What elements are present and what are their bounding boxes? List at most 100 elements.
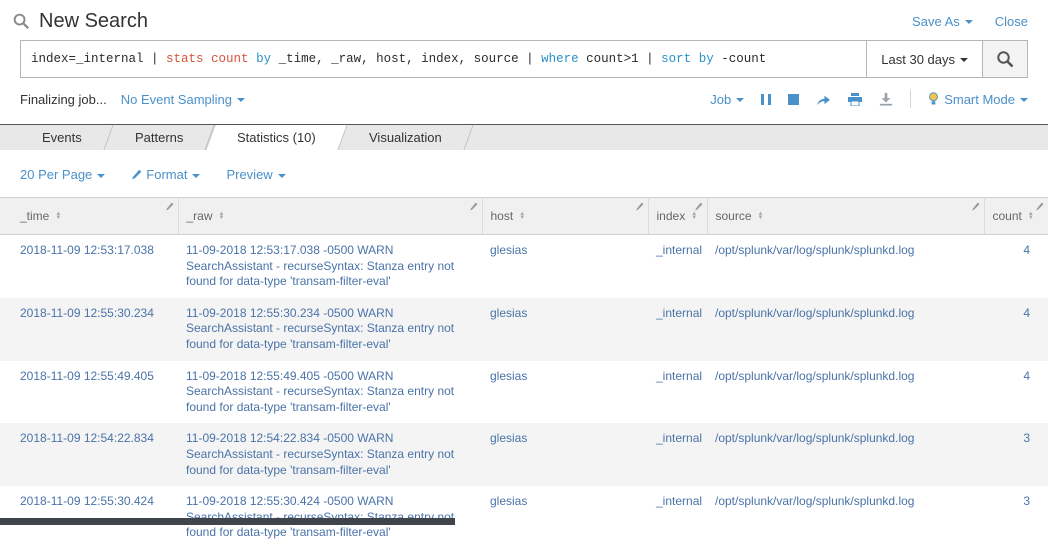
job-menu-label: Job: [710, 91, 732, 107]
column-header-count[interactable]: count ▲ ▼: [984, 197, 1048, 235]
tab-label: Visualization: [368, 130, 442, 145]
share-button[interactable]: [816, 93, 831, 106]
download-icon: [880, 92, 893, 106]
results-toolbar: 20 Per Page Format Preview: [0, 150, 1048, 197]
sort-icon[interactable]: ▲ ▼: [758, 211, 764, 221]
sort-icon[interactable]: ▲ ▼: [519, 211, 525, 221]
sort-icon[interactable]: ▲ ▼: [55, 211, 61, 221]
horizontal-scrollbar-thumb[interactable]: [0, 518, 455, 525]
cell-index[interactable]: _internal: [648, 235, 707, 298]
cell-count[interactable]: 4: [984, 235, 1048, 298]
smart-mode-link[interactable]: Smart Mode: [928, 92, 1028, 107]
cell-host[interactable]: glesias: [482, 235, 648, 298]
edit-column-icon[interactable]: [694, 202, 703, 211]
pause-icon: [761, 93, 772, 105]
time-range-label: Last 30 days: [881, 51, 955, 67]
chevron-down-icon: [277, 173, 286, 178]
search-query-input[interactable]: index=_internal | stats count by _time, …: [20, 40, 868, 78]
cell-count[interactable]: 4: [984, 298, 1048, 361]
sort-icon[interactable]: ▲ ▼: [1028, 211, 1034, 221]
table-row: 2018-11-09 12:53:17.038 11-09-2018 12:53:…: [0, 235, 1048, 298]
chevron-down-icon: [964, 20, 973, 24]
tab-label: Statistics (10): [237, 130, 316, 145]
column-header-_raw[interactable]: _raw ▲ ▼: [178, 197, 483, 235]
format-brush-icon: [132, 169, 142, 180]
results-table: _time ▲ ▼ _raw ▲ ▼ host ▲ ▼ index ▲ ▼ source ▲ ▼ count ▲…: [0, 197, 1048, 549]
cell-raw[interactable]: 11-09-2018 12:55:30.234 -0500 WARN Searc…: [178, 298, 482, 361]
cell-time[interactable]: 2018-11-09 12:54:22.834: [0, 423, 178, 486]
cell-host[interactable]: glesias: [482, 361, 648, 424]
cell-index[interactable]: _internal: [648, 423, 707, 486]
stop-button[interactable]: [788, 93, 800, 105]
edit-column-icon[interactable]: [165, 202, 174, 211]
column-header-index[interactable]: index ▲ ▼: [648, 197, 708, 235]
format-menu[interactable]: Format: [131, 167, 201, 182]
smart-mode-label: Smart Mode: [944, 91, 1015, 107]
edit-column-icon[interactable]: [469, 202, 478, 211]
cell-raw[interactable]: 11-09-2018 12:54:22.834 -0500 WARN Searc…: [178, 423, 482, 486]
page-title: New Search: [39, 9, 148, 32]
cell-source[interactable]: /opt/splunk/var/log/splunk/splunkd.log: [707, 298, 984, 361]
cell-source[interactable]: /opt/splunk/var/log/splunk/splunkd.log: [707, 423, 984, 486]
cell-count[interactable]: 4: [984, 361, 1048, 424]
column-header-source[interactable]: source ▲ ▼: [707, 197, 985, 235]
column-label: count: [992, 209, 1022, 223]
cell-source[interactable]: /opt/splunk/var/log/splunk/splunkd.log: [707, 361, 984, 424]
column-header-_time[interactable]: _time ▲ ▼: [0, 197, 179, 235]
cell-count[interactable]: 3: [984, 486, 1048, 549]
chevron-down-icon: [960, 58, 968, 62]
cell-host[interactable]: glesias: [482, 423, 648, 486]
cell-host[interactable]: glesias: [482, 486, 648, 549]
sort-icon[interactable]: ▲ ▼: [219, 211, 225, 221]
cell-raw[interactable]: 11-09-2018 12:55:49.405 -0500 WARN Searc…: [178, 361, 482, 424]
column-header-host[interactable]: host ▲ ▼: [482, 197, 649, 235]
print-button[interactable]: [848, 92, 863, 106]
header-actions: Save As Close: [912, 14, 1028, 29]
smart-mode-bulb-icon: [929, 92, 939, 105]
cell-source[interactable]: /opt/splunk/var/log/splunk/splunkd.log: [707, 486, 984, 549]
search-submit-button[interactable]: [982, 40, 1028, 78]
edit-column-icon[interactable]: [635, 202, 644, 211]
cell-index[interactable]: _internal: [648, 298, 707, 361]
cell-index[interactable]: _internal: [648, 361, 707, 424]
search-icon: [997, 51, 1014, 68]
cell-time[interactable]: 2018-11-09 12:55:30.234: [0, 298, 178, 361]
cell-time[interactable]: 2018-11-09 12:55:49.405: [0, 361, 178, 424]
cell-source[interactable]: /opt/splunk/var/log/splunk/splunkd.log: [707, 235, 984, 298]
pause-button[interactable]: [761, 93, 772, 105]
column-label: _raw: [186, 209, 213, 223]
edit-column-icon[interactable]: [971, 202, 980, 211]
cell-count[interactable]: 3: [984, 423, 1048, 486]
column-label: source: [715, 209, 752, 223]
edit-column-icon[interactable]: [1035, 202, 1044, 211]
tab-visualization[interactable]: Visualization: [338, 125, 474, 150]
search-bar: index=_internal | stats count by _time, …: [20, 40, 1028, 78]
tab-patterns[interactable]: Patterns: [104, 125, 215, 150]
preview-toggle[interactable]: Preview: [226, 167, 286, 182]
tab-events[interactable]: Events: [11, 125, 114, 150]
chevron-down-icon: [97, 173, 106, 178]
sort-icon[interactable]: ▲ ▼: [691, 211, 697, 221]
export-button[interactable]: [879, 92, 893, 106]
cell-raw[interactable]: 11-09-2018 12:53:17.038 -0500 WARN Searc…: [178, 235, 482, 298]
tab-statistics[interactable]: Statistics (10): [205, 125, 348, 150]
close-link[interactable]: Close: [995, 14, 1028, 29]
time-range-picker[interactable]: Last 30 days: [866, 40, 983, 78]
save-as-link[interactable]: Save As: [912, 14, 973, 29]
table-row: 2018-11-09 12:55:30.234 11-09-2018 12:55:…: [0, 297, 1048, 361]
per-page-label: 20 Per Page: [20, 167, 93, 182]
tab-label: Events: [42, 130, 82, 145]
event-sampling-link[interactable]: No Event Sampling: [121, 92, 245, 107]
print-icon: [848, 92, 863, 106]
stop-icon: [788, 93, 800, 105]
table-header-row: _time ▲ ▼ _raw ▲ ▼ host ▲ ▼ index ▲ ▼ source ▲ ▼ count ▲…: [0, 197, 1048, 235]
event-sampling-label: No Event Sampling: [120, 91, 232, 107]
job-menu[interactable]: Job: [710, 91, 745, 107]
cell-time[interactable]: 2018-11-09 12:53:17.038: [0, 235, 178, 298]
cell-host[interactable]: glesias: [482, 298, 648, 361]
job-controls: Job Smart Mode: [710, 90, 1028, 108]
column-label: index: [656, 209, 686, 223]
column-label: _time: [20, 209, 50, 223]
per-page-selector[interactable]: 20 Per Page: [20, 167, 106, 182]
cell-index[interactable]: _internal: [648, 486, 707, 549]
